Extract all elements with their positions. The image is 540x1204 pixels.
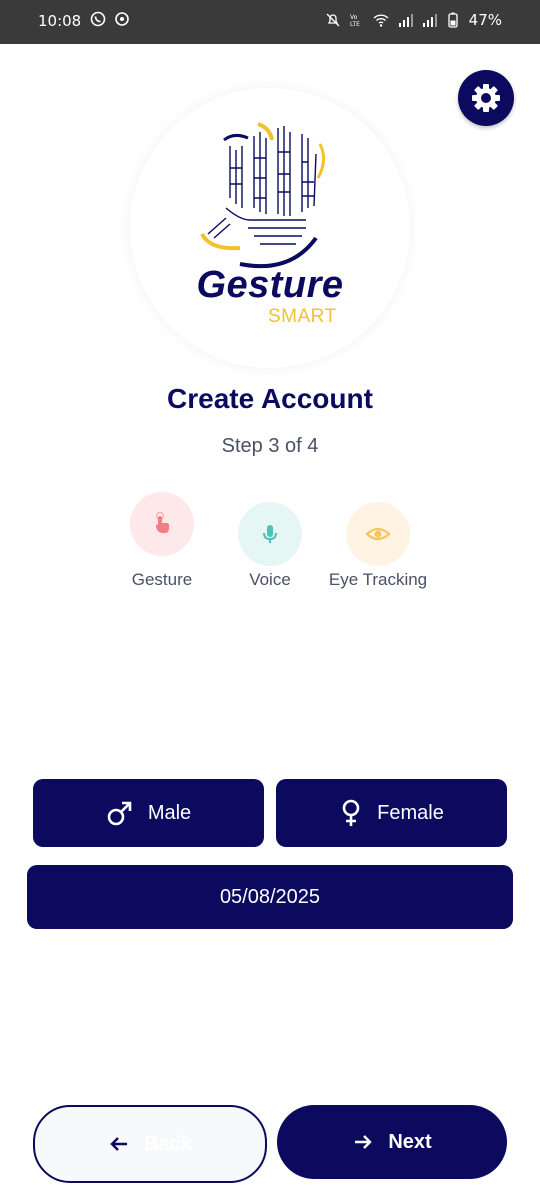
birthdate-picker[interactable]: 05/08/2025: [27, 865, 513, 929]
battery-percent: 47%: [468, 11, 502, 29]
svg-text:LTE: LTE: [350, 21, 360, 28]
battery-icon: [448, 12, 458, 28]
logo-wordmark: Gesture: [196, 264, 344, 306]
volte-icon: VoLTE: [350, 14, 360, 28]
male-button[interactable]: Male: [33, 779, 264, 847]
male-label: Male: [147, 801, 192, 824]
step-indicator: Step 3 of 4: [221, 435, 319, 457]
microphone-icon: [263, 525, 277, 543]
female-label: Female: [377, 801, 444, 824]
logo-subtitle: SMART: [268, 306, 337, 327]
mode-eye-tracking[interactable]: Eye Tracking: [313, 502, 443, 590]
wifi-icon: [373, 14, 389, 27]
next-label: Next: [388, 1130, 432, 1153]
birthdate-value: 05/08/2025: [219, 885, 321, 908]
status-bar: 10:08 Vo LTE 47%: [0, 0, 540, 44]
mode-eye-label: Eye Tracking: [328, 570, 428, 589]
hand-logo-icon: [200, 122, 325, 269]
eye-icon: [365, 527, 391, 541]
settings-app-icon: [115, 12, 129, 26]
app-logo: Gesture SMART: [130, 88, 410, 368]
female-button[interactable]: Female: [276, 779, 507, 847]
touch-icon: [155, 512, 169, 533]
page-title: Create Account: [167, 383, 373, 414]
back-label: Back: [144, 1132, 192, 1155]
arrow-left-icon: [110, 1137, 128, 1151]
female-symbol-icon: [342, 799, 360, 826]
whatsapp-icon: [90, 11, 106, 27]
settings-button[interactable]: [458, 70, 514, 126]
male-symbol-icon: [107, 801, 132, 826]
gear-icon: [472, 84, 500, 112]
mode-voice-circle: [238, 502, 302, 566]
mode-gesture-circle: [130, 492, 194, 556]
arrow-right-icon: [355, 1135, 373, 1149]
mute-icon: [326, 13, 340, 27]
next-button[interactable]: Next: [277, 1105, 507, 1179]
svg-text:Vo: Vo: [350, 14, 358, 21]
mode-eye-circle: [346, 502, 410, 566]
signal-icon: [422, 14, 437, 27]
back-button[interactable]: Back: [33, 1105, 267, 1183]
status-time: 10:08: [38, 12, 82, 30]
signal-icon: [398, 14, 413, 27]
